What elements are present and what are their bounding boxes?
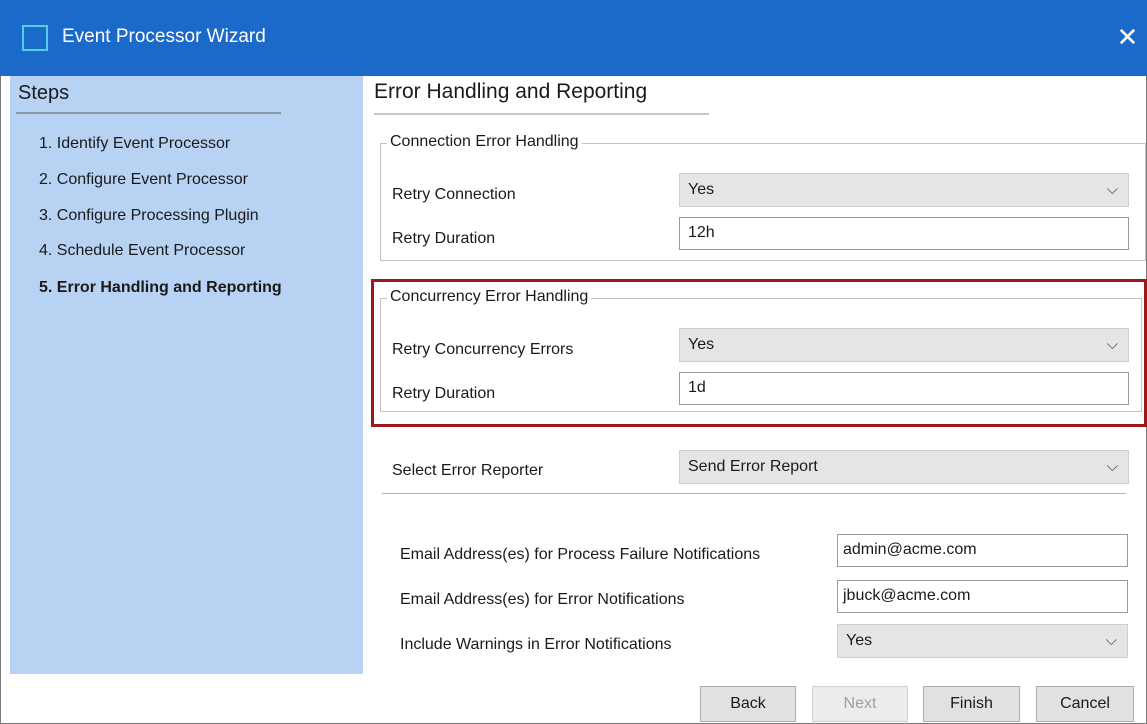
steps-panel: Steps 1. Identify Event Processor 2. Con… [10, 76, 363, 674]
connection-error-legend: Connection Error Handling [387, 133, 582, 151]
steps-title-underline [16, 112, 281, 114]
error-reporter-value: Send Error Report [688, 458, 818, 475]
error-reporter-select[interactable]: Send Error Report ⌵ [679, 450, 1129, 484]
cancel-button[interactable]: Cancel [1036, 686, 1134, 722]
failure-email-label: Email Address(es) for Process Failure No… [400, 546, 761, 563]
next-button[interactable]: Next [812, 686, 908, 722]
back-button[interactable]: Back [700, 686, 796, 722]
chevron-down-icon: ⌵ [1106, 335, 1118, 353]
retry-connection-value: Yes [688, 181, 715, 198]
retry-duration-label: Retry Duration [392, 230, 496, 247]
step-configure-processing-plugin[interactable]: 3. Configure Processing Plugin [39, 207, 259, 225]
error-reporter-label: Select Error Reporter [392, 462, 544, 479]
window-title: Event Processor Wizard [62, 26, 266, 47]
concurrency-duration-label: Retry Duration [392, 385, 496, 402]
app-icon [22, 25, 48, 51]
error-email-label: Email Address(es) for Error Notification… [400, 591, 685, 608]
chevron-down-icon: ⌵ [1105, 631, 1117, 649]
finish-button[interactable]: Finish [923, 686, 1020, 722]
error-email-value: jbuck@acme.com [843, 587, 971, 604]
chevron-down-icon: ⌵ [1106, 457, 1118, 475]
chevron-down-icon: ⌵ [1106, 180, 1118, 198]
error-email-input[interactable]: jbuck@acme.com [837, 580, 1128, 613]
include-warnings-select[interactable]: Yes ⌵ [837, 624, 1128, 658]
retry-concurrency-label: Retry Concurrency Errors [392, 341, 574, 358]
retry-duration-input[interactable]: 12h [679, 217, 1129, 250]
steps-title: Steps [18, 82, 70, 104]
retry-connection-label: Retry Connection [392, 186, 516, 203]
step-configure-event-processor[interactable]: 2. Configure Event Processor [39, 171, 248, 189]
concurrency-duration-value: 1d [688, 379, 706, 396]
include-warnings-value: Yes [846, 632, 873, 649]
retry-concurrency-select[interactable]: Yes ⌵ [679, 328, 1129, 362]
step-schedule[interactable]: 4. Schedule Event Processor [39, 242, 245, 260]
retry-concurrency-value: Yes [688, 336, 715, 353]
retry-connection-select[interactable]: Yes ⌵ [679, 173, 1129, 207]
title-bar: Event Processor Wizard ✕ [0, 0, 1147, 76]
page-title-underline [374, 113, 709, 115]
concurrency-error-legend: Concurrency Error Handling [387, 288, 592, 306]
concurrency-duration-input[interactable]: 1d [679, 372, 1129, 405]
retry-duration-value: 12h [688, 224, 715, 241]
failure-email-input[interactable]: admin@acme.com [837, 534, 1128, 567]
step-identify[interactable]: 1. Identify Event Processor [39, 135, 230, 153]
include-warnings-label: Include Warnings in Error Notifications [400, 636, 672, 653]
close-icon[interactable]: ✕ [1108, 16, 1147, 60]
reporter-separator [382, 493, 1126, 494]
page-title: Error Handling and Reporting [374, 80, 648, 103]
failure-email-value: admin@acme.com [843, 541, 977, 558]
step-error-handling[interactable]: 5. Error Handling and Reporting [39, 279, 282, 297]
